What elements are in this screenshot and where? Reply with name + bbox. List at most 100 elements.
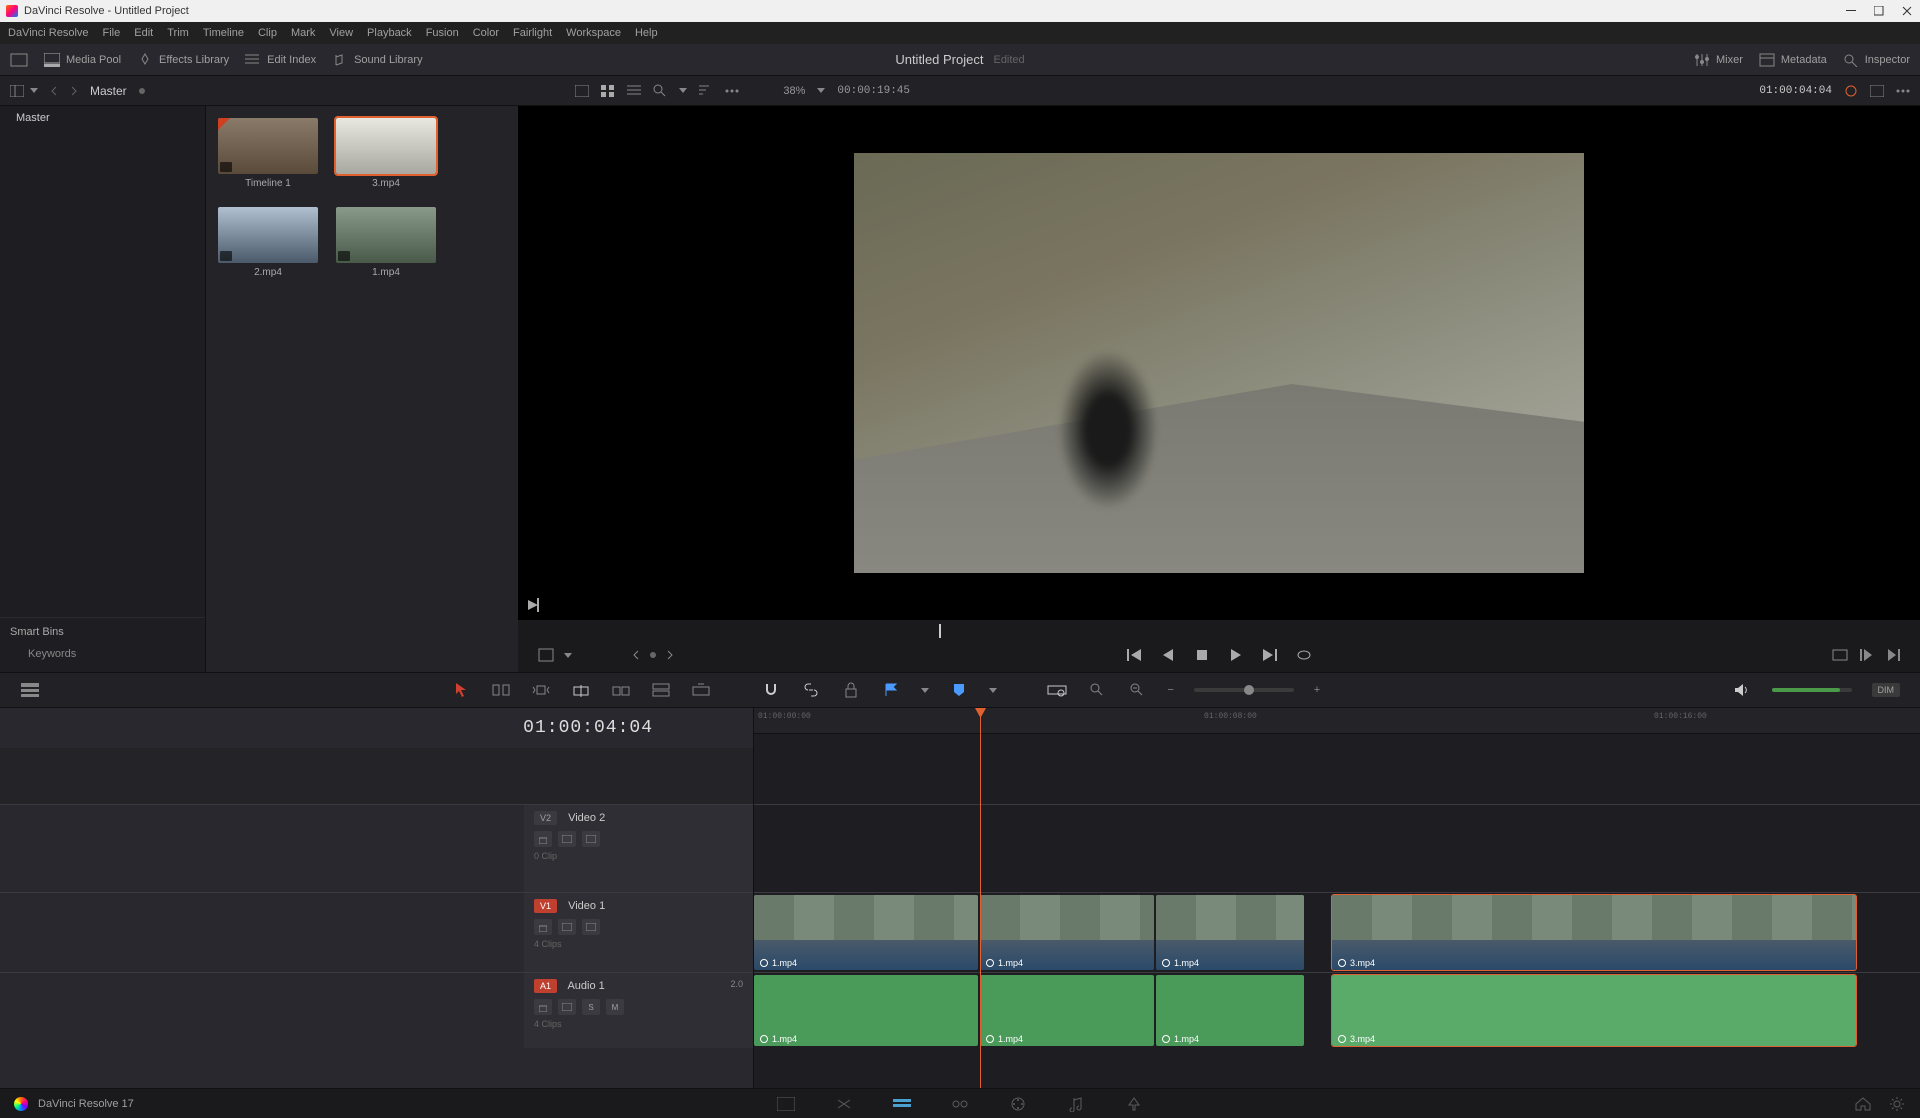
clip-item[interactable]: Timeline 1 xyxy=(218,118,318,189)
clip-item[interactable]: 2.mp4 xyxy=(218,207,318,278)
timeline-view-options[interactable] xyxy=(20,681,40,699)
timeline-clip[interactable]: 1.mp4 xyxy=(754,975,978,1046)
maximize-button[interactable] xyxy=(1872,4,1886,18)
nav-back-icon[interactable] xyxy=(50,86,58,96)
menu-help[interactable]: Help xyxy=(635,27,658,39)
menu-file[interactable]: File xyxy=(103,27,121,39)
mute-toggle[interactable] xyxy=(1732,681,1752,699)
track-a1[interactable]: 1.mp41.mp41.mp43.mp4 xyxy=(754,972,1920,1048)
menu-clip[interactable]: Clip xyxy=(258,27,277,39)
menu-workspace[interactable]: Workspace xyxy=(566,27,621,39)
overlay-dropdown[interactable] xyxy=(564,653,572,658)
go-out-icon[interactable] xyxy=(1886,649,1900,661)
timeline-ruler[interactable]: 01:00:00:00 01:00:08:00 01:00:16:00 xyxy=(754,708,1920,734)
menu-fairlight[interactable]: Fairlight xyxy=(513,27,552,39)
selection-tool[interactable] xyxy=(451,681,471,699)
track-badge[interactable]: V1 xyxy=(534,899,557,913)
marker-tool[interactable] xyxy=(949,681,969,699)
effects-library-toggle[interactable]: Effects Library xyxy=(137,53,229,67)
trim-tool[interactable] xyxy=(491,681,511,699)
close-button[interactable] xyxy=(1900,4,1914,18)
viewer-zoom[interactable]: 38% xyxy=(783,85,805,97)
timeline-clip[interactable]: 1.mp4 xyxy=(980,975,1154,1046)
link-toggle[interactable] xyxy=(801,681,821,699)
settings-button[interactable] xyxy=(1888,1095,1906,1113)
timeline-clip[interactable]: 1.mp4 xyxy=(1156,895,1304,970)
fairlight-page-button[interactable] xyxy=(1067,1095,1085,1113)
blade-tool[interactable] xyxy=(571,681,591,699)
disable-track-button[interactable] xyxy=(582,831,600,847)
bin-master[interactable]: Master xyxy=(0,106,205,130)
auto-select-button[interactable] xyxy=(558,831,576,847)
match-frame-icon[interactable] xyxy=(526,598,540,612)
track-badge[interactable]: A1 xyxy=(534,979,557,993)
track-v1[interactable]: 1.mp41.mp41.mp43.mp4 xyxy=(754,892,1920,972)
disable-track-button[interactable] xyxy=(582,919,600,935)
jog-back-icon[interactable] xyxy=(632,650,640,660)
bypass-grades-icon[interactable] xyxy=(1844,84,1858,98)
minimize-button[interactable] xyxy=(1844,4,1858,18)
full-extent-zoom[interactable] xyxy=(1047,681,1067,699)
loop-button[interactable] xyxy=(1296,647,1312,663)
viewer-scrubber[interactable] xyxy=(518,624,1920,638)
sound-library-toggle[interactable]: Sound Library xyxy=(332,53,423,67)
menu-timeline[interactable]: Timeline xyxy=(203,27,244,39)
lock-track-button[interactable] xyxy=(534,999,552,1015)
lock-toggle[interactable] xyxy=(841,681,861,699)
jog-fwd-icon[interactable] xyxy=(666,650,674,660)
metadata-toggle[interactable]: Metadata xyxy=(1759,53,1827,67)
replace-clip-tool[interactable] xyxy=(691,681,711,699)
marker-dropdown[interactable] xyxy=(989,688,997,693)
timeline-clip[interactable]: 1.mp4 xyxy=(754,895,978,970)
menu-edit[interactable]: Edit xyxy=(134,27,153,39)
strip-view-icon[interactable] xyxy=(575,85,589,97)
snap-toggle[interactable] xyxy=(761,681,781,699)
match-frame-icon[interactable] xyxy=(1832,649,1848,661)
auto-select-button[interactable] xyxy=(558,999,576,1015)
viewer-more-icon[interactable] xyxy=(1896,89,1910,93)
lock-track-button[interactable] xyxy=(534,919,552,935)
fusion-page-button[interactable] xyxy=(951,1095,969,1113)
menu-playback[interactable]: Playback xyxy=(367,27,412,39)
track-header-v1[interactable]: V1 Video 1 4 Clips xyxy=(524,893,753,972)
nav-fwd-icon[interactable] xyxy=(70,86,78,96)
first-frame-button[interactable] xyxy=(1126,647,1142,663)
viewer-canvas[interactable] xyxy=(518,106,1920,620)
clip-item[interactable]: 3.mp4 xyxy=(336,118,436,189)
track-header-v2[interactable]: V2 Video 2 0 Clip xyxy=(524,805,753,892)
cut-page-button[interactable] xyxy=(835,1095,853,1113)
bin-layout-toggle[interactable] xyxy=(10,85,38,97)
flag-dropdown[interactable] xyxy=(921,688,929,693)
volume-slider[interactable] xyxy=(1772,688,1852,692)
edit-page-button[interactable] xyxy=(893,1095,911,1113)
timeline-clip[interactable]: 3.mp4 xyxy=(1332,895,1856,970)
auto-select-button[interactable] xyxy=(558,919,576,935)
media-page-button[interactable] xyxy=(777,1095,795,1113)
deliver-page-button[interactable] xyxy=(1125,1095,1143,1113)
solo-button[interactable]: S xyxy=(582,999,600,1015)
dynamic-trim-tool[interactable] xyxy=(531,681,551,699)
inspector-toggle[interactable]: Inspector xyxy=(1843,53,1910,67)
transform-overlay-icon[interactable] xyxy=(538,648,554,662)
mixer-toggle[interactable]: Mixer xyxy=(1694,53,1743,67)
smart-bins-header[interactable]: Smart Bins xyxy=(10,626,195,638)
list-view-icon[interactable] xyxy=(627,85,641,97)
edit-index-toggle[interactable]: Edit Index xyxy=(245,54,316,66)
timeline-canvas[interactable]: 01:00:00:00 01:00:08:00 01:00:16:00 1.mp… xyxy=(754,708,1920,1088)
overwrite-clip-tool[interactable] xyxy=(651,681,671,699)
more-icon[interactable] xyxy=(725,89,739,93)
home-button[interactable] xyxy=(1854,1095,1872,1113)
track-v2[interactable] xyxy=(754,804,1920,892)
lock-track-button[interactable] xyxy=(534,831,552,847)
fullscreen-toggle[interactable] xyxy=(10,53,28,67)
smart-bin-keywords[interactable]: Keywords xyxy=(10,644,195,664)
insert-clip-tool[interactable] xyxy=(611,681,631,699)
thumb-view-icon[interactable] xyxy=(601,85,615,97)
play-button[interactable] xyxy=(1228,647,1244,663)
clip-item[interactable]: 1.mp4 xyxy=(336,207,436,278)
track-badge[interactable]: V2 xyxy=(534,811,557,825)
menu-trim[interactable]: Trim xyxy=(167,27,189,39)
zoom-slider[interactable] xyxy=(1194,688,1294,692)
prev-frame-button[interactable] xyxy=(1160,647,1176,663)
breadcrumb-master[interactable]: Master xyxy=(90,84,127,98)
